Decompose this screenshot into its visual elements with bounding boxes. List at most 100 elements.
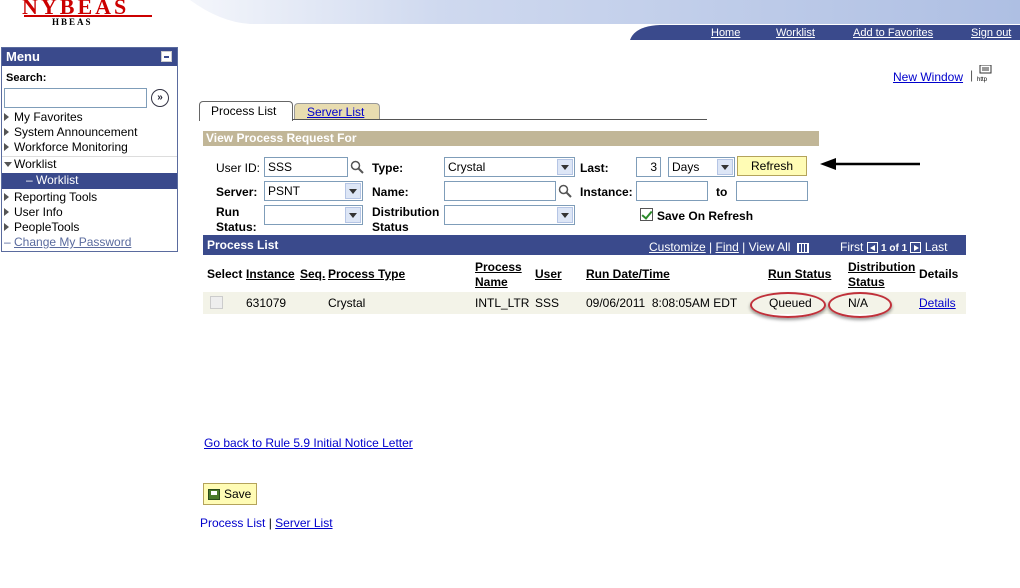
last-label[interactable]: Last <box>925 240 948 254</box>
user-id-input[interactable]: SSS <box>264 157 348 177</box>
instance-from-input[interactable] <box>636 181 708 201</box>
row-run-status[interactable]: Queued <box>769 296 812 310</box>
server-label: Server: <box>216 185 258 199</box>
chevron-down-icon <box>345 183 361 199</box>
last-unit-select[interactable]: Days <box>668 157 735 177</box>
menu-search-input[interactable] <box>4 88 147 108</box>
customize-link[interactable]: Customize <box>649 240 706 254</box>
add-to-favorites-link[interactable]: Add to Favorites <box>853 27 933 39</box>
name-input[interactable] <box>444 181 556 201</box>
dist-status-select[interactable] <box>444 205 575 225</box>
run-status-select[interactable] <box>264 205 363 225</box>
type-select[interactable]: Crystal <box>444 157 575 177</box>
menu-title-bar: Menu <box>2 48 177 66</box>
menu-title: Menu <box>6 49 40 64</box>
bottom-nav-links: Process List | Server List <box>200 516 333 530</box>
expand-arrow-icon <box>4 193 9 201</box>
tab-server-list[interactable]: Server List <box>294 103 380 120</box>
http-help-icon[interactable]: http <box>977 65 995 83</box>
instance-label: Instance: <box>580 185 633 199</box>
grid-icon[interactable] <box>796 242 809 253</box>
col-dist-status-line1[interactable]: Distribution <box>848 260 915 274</box>
expand-arrow-icon <box>4 128 9 136</box>
lookup-search-icon[interactable] <box>558 184 572 198</box>
worklist-link[interactable]: Worklist <box>776 27 815 39</box>
to-label: to <box>716 185 728 199</box>
menu-item-worklist[interactable]: Worklist <box>2 156 177 171</box>
separator: | <box>970 68 974 82</box>
menu-item-workforce-monitoring[interactable]: Workforce Monitoring <box>2 140 177 155</box>
process-list-grid-header: Process List Customize | Find | View All… <box>203 235 966 255</box>
col-details: Details <box>919 267 959 281</box>
col-dist-status-line2[interactable]: Status <box>848 275 885 289</box>
go-back-link[interactable]: Go back to Rule 5.9 Initial Notice Lette… <box>204 436 413 450</box>
collapse-icon[interactable] <box>161 51 172 62</box>
col-seq[interactable]: Seq. <box>300 267 325 281</box>
row-details-link[interactable]: Details <box>919 296 956 310</box>
row-process-type: Crystal <box>328 296 366 310</box>
lookup-search-icon[interactable] <box>350 160 364 174</box>
logo-sub-text: HBEAS <box>52 17 93 27</box>
menu-subitem-worklist[interactable]: – Worklist <box>2 173 177 189</box>
search-go-icon[interactable]: » <box>151 89 169 107</box>
bottom-server-list-link[interactable]: Server List <box>275 516 332 530</box>
prev-page-icon[interactable] <box>866 242 878 254</box>
bottom-separator: | <box>268 516 272 530</box>
col-select: Select <box>207 267 243 281</box>
name-label: Name: <box>372 185 409 199</box>
save-button-label: Save <box>224 487 252 501</box>
server-select[interactable]: PSNT <box>264 181 363 201</box>
first-label[interactable]: First <box>840 240 863 254</box>
sign-out-link[interactable]: Sign out <box>971 27 1011 39</box>
col-process-type[interactable]: Process Type <box>328 267 405 281</box>
menu-item-label: Reporting Tools <box>14 190 98 204</box>
chevron-down-icon <box>717 159 733 175</box>
col-run-datetime[interactable]: Run Date/Time <box>586 267 670 281</box>
collapse-arrow-icon <box>4 162 12 167</box>
menu-item-system-announcement[interactable]: System Announcement <box>2 125 177 140</box>
col-user[interactable]: User <box>535 267 562 281</box>
col-process-name-line1[interactable]: Process <box>475 260 522 274</box>
find-link[interactable]: Find <box>715 240 738 254</box>
col-process-name-line2[interactable]: Name <box>475 275 508 289</box>
menu-item-my-favorites[interactable]: My Favorites <box>2 110 177 125</box>
save-on-refresh-checkbox[interactable] <box>640 208 653 221</box>
menu-item-change-password[interactable]: – Change My Password <box>2 235 177 250</box>
menu-item-reporting-tools[interactable]: Reporting Tools <box>2 190 177 205</box>
process-list-title: Process List <box>207 238 279 252</box>
menu-item-label: User Info <box>14 205 63 219</box>
grid-toolbar: Customize | Find | View All <box>649 240 809 254</box>
next-page-icon[interactable] <box>910 242 922 254</box>
last-count-input[interactable]: 3 <box>636 157 661 177</box>
dist-status-label-line1: Distribution <box>372 205 440 219</box>
last-unit-value: Days <box>672 160 700 174</box>
save-icon <box>208 489 220 501</box>
col-run-status[interactable]: Run Status <box>768 267 831 281</box>
refresh-button[interactable]: Refresh <box>737 156 807 176</box>
type-label: Type: <box>372 161 404 175</box>
row-user: SSS <box>535 296 560 310</box>
menu-item-user-info[interactable]: User Info <box>2 205 177 220</box>
save-button[interactable]: Save <box>203 483 257 505</box>
row-select-checkbox[interactable] <box>210 296 223 309</box>
nybeas-logo: NYBEAS HBEAS <box>22 0 152 32</box>
bottom-process-list-link[interactable]: Process List <box>200 516 265 530</box>
expand-arrow-icon <box>4 143 9 151</box>
instance-to-input[interactable] <box>736 181 808 201</box>
section-header-view-request: View Process Request For <box>203 131 819 146</box>
user-id-label: User ID: <box>216 161 261 175</box>
col-instance[interactable]: Instance <box>246 267 295 281</box>
home-link[interactable]: Home <box>711 27 740 39</box>
row-dist-status[interactable]: N/A <box>848 296 868 310</box>
menu-item-label: System Announcement <box>14 125 138 139</box>
last-label: Last: <box>580 161 609 175</box>
menu-item-peopletools[interactable]: PeopleTools <box>2 220 177 235</box>
row-process-name: INTL_LTR <box>475 296 530 310</box>
row-run-datetime: 09/06/2011 8:08:05AM EDT <box>586 296 738 310</box>
new-window-link[interactable]: New Window <box>893 70 963 84</box>
dash-icon: – <box>26 173 37 187</box>
tab-process-list[interactable]: Process List <box>199 101 293 121</box>
menu-item-label: Worklist <box>14 157 57 171</box>
view-all-link[interactable]: View All <box>749 240 791 254</box>
http-icon-text: http <box>977 77 988 83</box>
